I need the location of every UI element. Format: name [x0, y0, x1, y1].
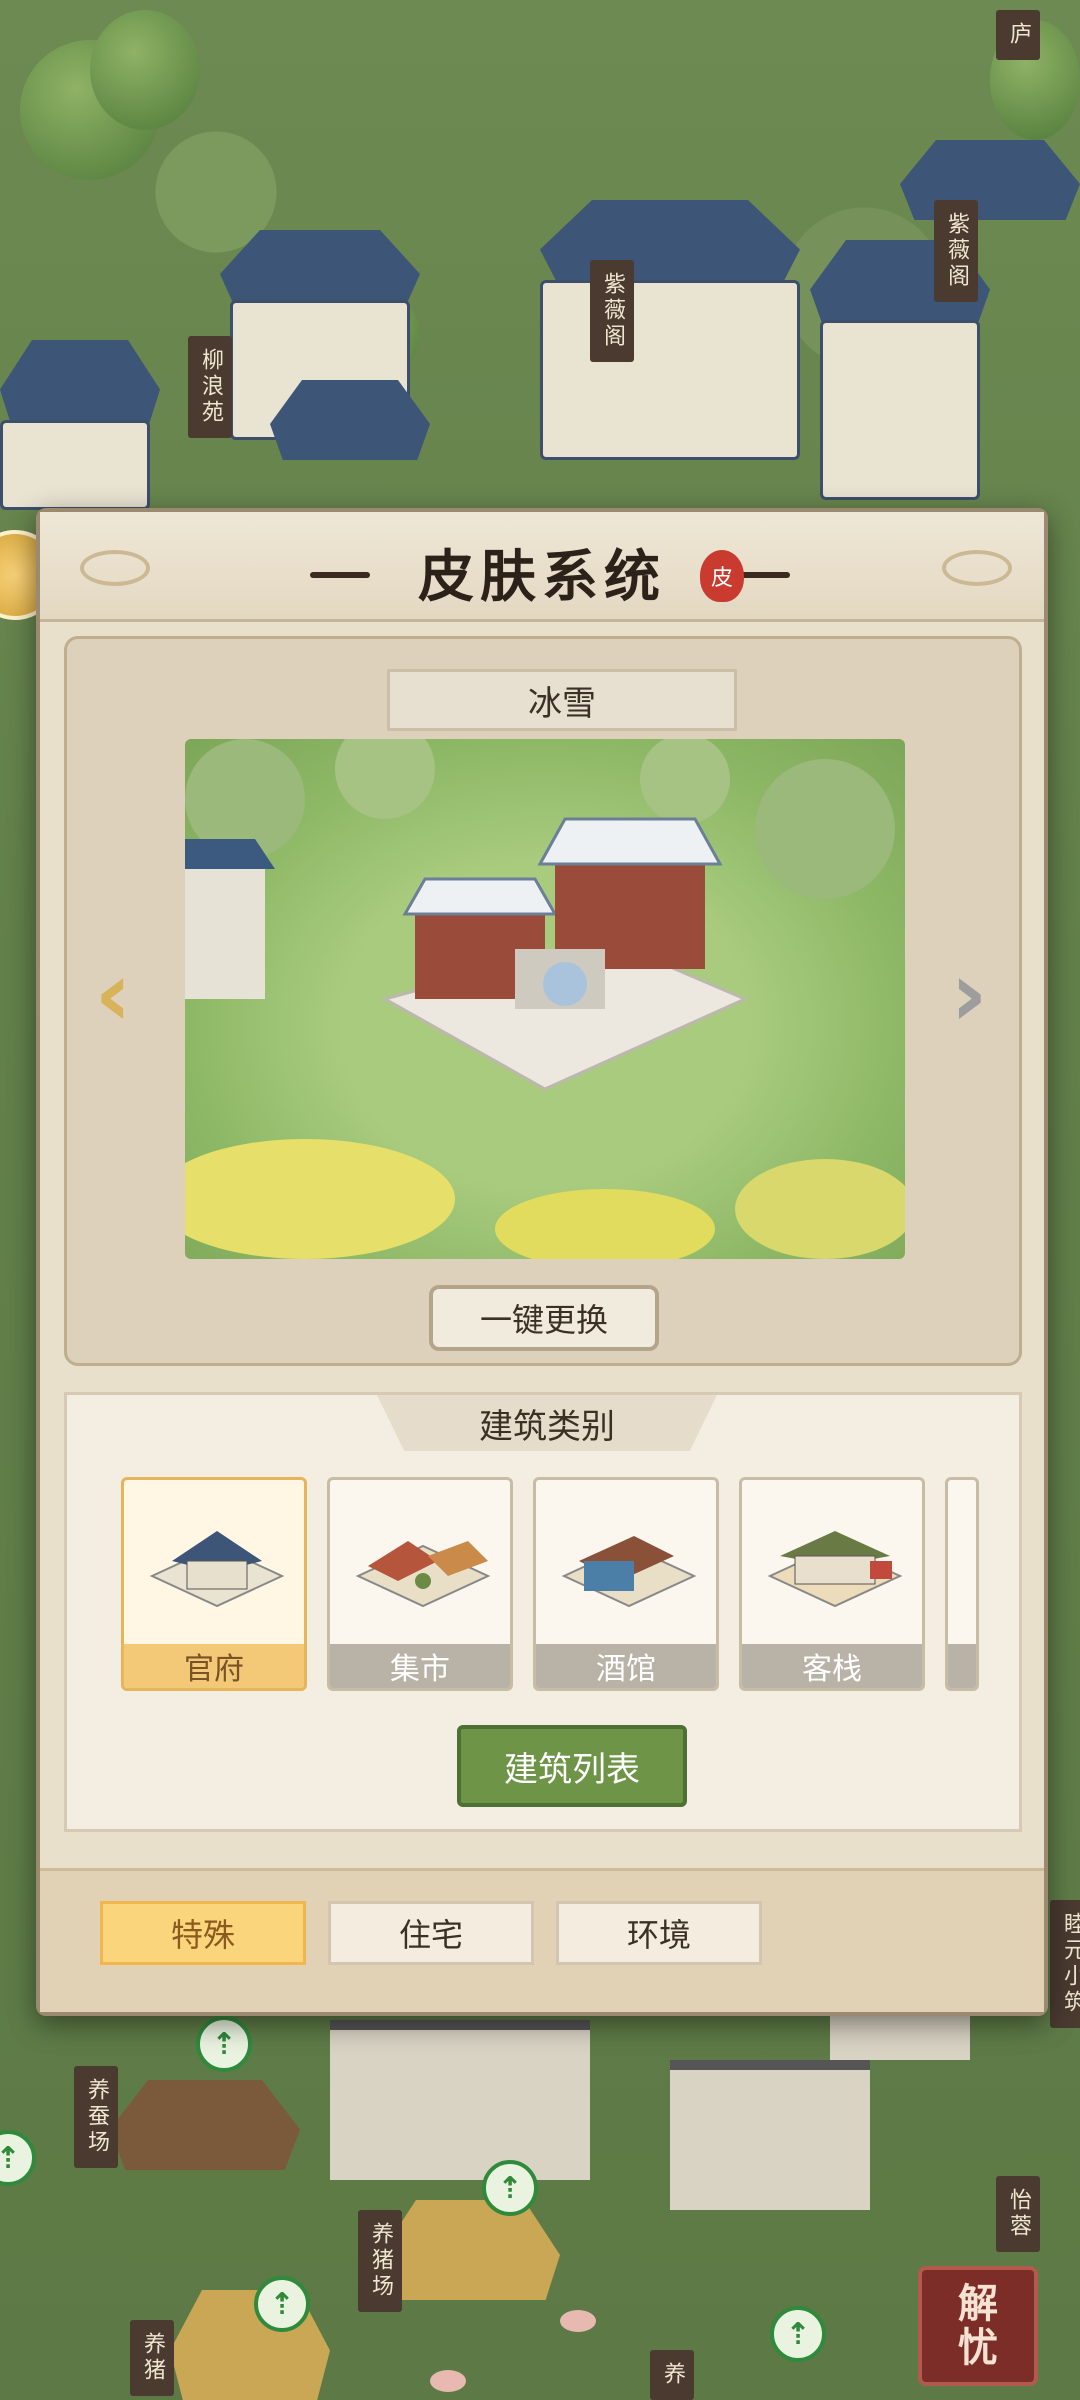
building-ziweige[interactable]: [540, 280, 800, 460]
farm-roof: [380, 2200, 560, 2300]
upgrade-arrow-icon[interactable]: ⇡: [0, 2130, 36, 2186]
tavern-thumbnail: [561, 1536, 697, 1608]
building-roof: [220, 230, 420, 310]
upgrade-arrow-icon[interactable]: ⇡: [770, 2306, 826, 2362]
category-card-label: 集市: [330, 1644, 510, 1688]
building-category-box: 建筑类别 官府 集市 酒馆 客栈 建筑列表: [64, 1392, 1022, 1832]
building-label-yang[interactable]: 养: [650, 2350, 694, 2400]
building-label-muyuanxiaozhu[interactable]: 睦元小筑: [1050, 1900, 1080, 2028]
tab-environment[interactable]: 环境: [556, 1901, 762, 1965]
building-label-ziweige-2[interactable]: 紫薇阁: [934, 200, 978, 302]
pig: [560, 2310, 596, 2332]
previous-skin-arrow-icon[interactable]: ‹: [73, 942, 153, 1047]
market-thumbnail: [355, 1541, 491, 1608]
panel-title: 皮肤系统: [418, 544, 666, 610]
tree: [90, 10, 200, 130]
building-label-liulangyuan[interactable]: 柳浪苑: [188, 336, 232, 438]
category-card-jiuguan[interactable]: 酒馆: [533, 1477, 719, 1691]
skin-system-panel: 皮肤系统 皮 冰雪 ‹ › 一键更换 建筑类别 官府 集市 酒馆 客栈 建筑列表…: [36, 508, 1048, 2016]
building-label-ziweige[interactable]: 紫薇阁: [590, 260, 634, 362]
building-label-yangcanchang[interactable]: 养蚕场: [74, 2066, 118, 2168]
category-card-label: 酒馆: [536, 1644, 716, 1688]
category-card-jishi[interactable]: 集市: [327, 1477, 513, 1691]
town-wall: [330, 2020, 590, 2180]
building-roof: [540, 200, 800, 290]
category-card-label: 官府: [124, 1644, 304, 1688]
town-wall: [670, 2060, 870, 2210]
upgrade-arrow-icon[interactable]: ⇡: [482, 2160, 538, 2216]
panel-header: 皮肤系统 皮: [40, 512, 1044, 622]
red-seal-icon: 皮: [700, 550, 744, 602]
resolve-worries-button[interactable]: 解 忧: [918, 2266, 1038, 2386]
inn-thumbnail: [767, 1531, 903, 1608]
pig: [430, 2370, 466, 2392]
building-list-button[interactable]: 建筑列表: [457, 1725, 687, 1807]
upgrade-arrow-icon[interactable]: ⇡: [196, 2016, 252, 2072]
farm-roof: [110, 2080, 300, 2170]
building-category-title: 建筑类别: [377, 1395, 717, 1451]
category-card-label: [948, 1644, 976, 1688]
category-card-label: 客栈: [742, 1644, 922, 1688]
upgrade-arrow-icon[interactable]: ⇡: [254, 2276, 310, 2332]
building-label-lu[interactable]: 庐: [996, 10, 1040, 60]
tab-special[interactable]: 特殊: [100, 1901, 306, 1965]
snow-palace-illustration: [185, 739, 905, 1259]
category-card-guanfu[interactable]: 官府: [121, 1477, 307, 1691]
resolve-button-char-2: 忧: [958, 2324, 998, 2371]
building-roof: [0, 340, 160, 430]
tab-residence[interactable]: 住宅: [328, 1901, 534, 1965]
next-skin-arrow-icon[interactable]: ›: [929, 942, 1009, 1047]
skin-preview-box: 冰雪 ‹ › 一键更换: [64, 636, 1022, 1366]
category-card-kezhan[interactable]: 客栈: [739, 1477, 925, 1691]
category-card-partial[interactable]: [945, 1477, 979, 1691]
building-label-yirong[interactable]: 怡蓉: [996, 2176, 1040, 2252]
building-roof: [900, 140, 1080, 220]
skin-preview-image: [185, 739, 905, 1259]
pagoda[interactable]: [820, 320, 980, 500]
resolve-button-char-1: 解: [958, 2280, 998, 2327]
skin-tab-bar: 特殊 住宅 环境: [40, 1868, 1044, 2012]
building-roof: [270, 380, 430, 460]
building[interactable]: [0, 420, 150, 510]
skin-name-label: 冰雪: [387, 669, 737, 731]
building-label-yangzhu-2[interactable]: 养猪: [130, 2320, 174, 2396]
building-label-yangzhuchang[interactable]: 养猪场: [358, 2210, 402, 2312]
one-click-change-button[interactable]: 一键更换: [429, 1285, 659, 1351]
government-office-thumbnail: [149, 1531, 285, 1608]
